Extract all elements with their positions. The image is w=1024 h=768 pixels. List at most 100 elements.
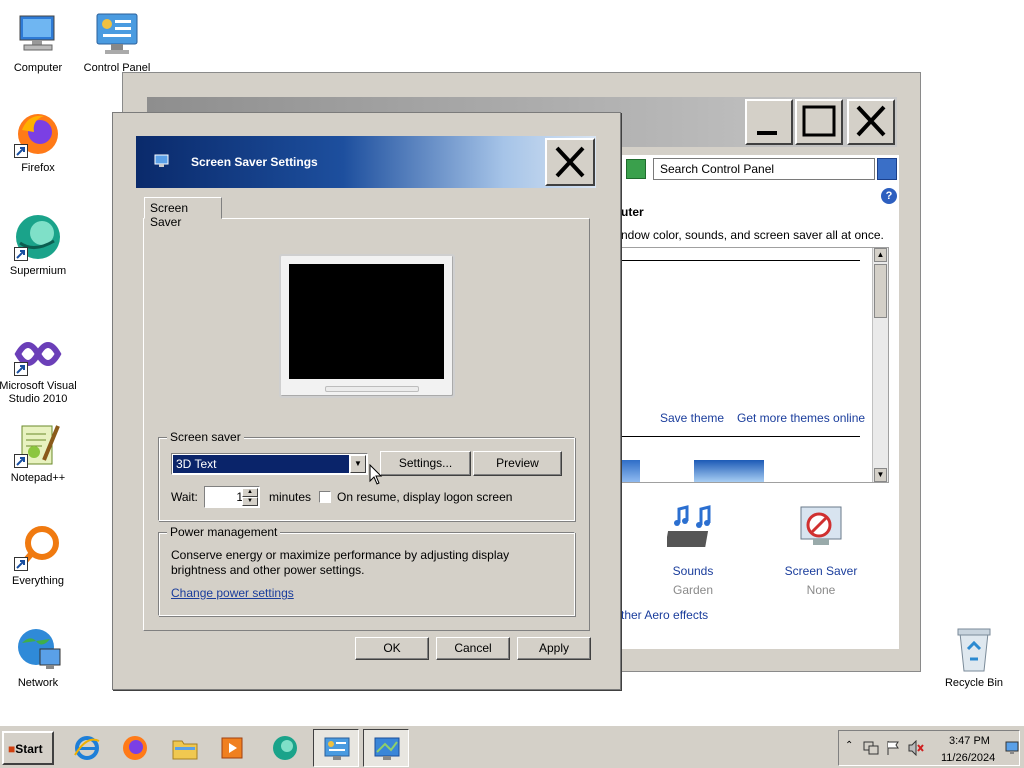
desktop-icon-visual-studio[interactable]: Microsoft Visual Studio 2010 [0, 328, 78, 406]
apply-button[interactable]: Apply [517, 637, 591, 660]
clock-date[interactable]: 11/26/2024 [941, 752, 995, 764]
refresh-icon[interactable] [626, 159, 646, 179]
minutes-label: minutes [269, 490, 312, 504]
scroll-down-icon[interactable]: ▼ [874, 468, 887, 482]
page-title: uter [621, 205, 644, 219]
display-icon [374, 737, 400, 760]
theme-thumbnail[interactable] [622, 460, 640, 482]
get-more-themes-link[interactable]: Get more themes online [737, 411, 865, 425]
desktop-icon-firefox[interactable]: Firefox [0, 110, 78, 175]
minimize-icon [757, 131, 777, 135]
firefox-icon [123, 736, 147, 760]
scrollbar[interactable]: ▲ ▼ [872, 248, 888, 482]
save-theme-link[interactable]: Save theme [660, 411, 724, 425]
change-power-settings-link[interactable]: Change power settings [171, 586, 294, 600]
maximize-icon [802, 105, 836, 137]
show-desktop-icon[interactable] [1005, 741, 1019, 755]
resume-logon-checkbox[interactable] [319, 491, 331, 503]
desktop-icon-network[interactable]: Network [0, 625, 78, 690]
media-player-icon [221, 737, 243, 759]
chevron-up-icon[interactable]: ⌃ [845, 740, 853, 751]
speaker-notes-icon [665, 505, 711, 547]
control-panel-icon [324, 737, 350, 760]
flag-icon[interactable] [885, 740, 901, 756]
shortcut-arrow-icon [14, 362, 28, 376]
taskbar-media-player[interactable] [210, 729, 256, 767]
start-button[interactable]: ■Start [2, 731, 54, 765]
wait-label: Wait: [171, 490, 198, 504]
wait-value[interactable]: 1 [207, 490, 243, 504]
taskbar-internet-explorer[interactable] [64, 729, 110, 767]
tab-screen-saver[interactable]: Screen Saver [144, 197, 222, 229]
desktop-icon-computer[interactable]: Computer [0, 10, 78, 75]
clock-time[interactable]: 3:47 PM [949, 735, 990, 747]
supermium-icon [273, 736, 297, 760]
chevron-down-icon[interactable]: ▼ [350, 455, 366, 473]
theme-list[interactable]: ▲ ▼ [621, 247, 889, 483]
desktop-icon-supermium[interactable]: Supermium [0, 213, 78, 278]
screen-saver-dropdown[interactable]: 3D Text ▼ [171, 453, 368, 475]
screen-saver-settings-dialog: Screen Saver Settings Screen Saver Scree… [112, 112, 621, 690]
screen-saver-icon [800, 506, 842, 545]
close-icon [555, 146, 585, 178]
minimize-button[interactable] [745, 99, 793, 145]
resume-logon-label[interactable]: On resume, display logon screen [337, 490, 512, 504]
sounds-item[interactable]: Sounds Garden [643, 503, 743, 597]
selected-value: 3D Text [173, 455, 349, 473]
desktop-icon-control-panel[interactable]: Control Panel [77, 10, 157, 75]
preview-button[interactable]: Preview [473, 451, 562, 476]
desktop-icon-everything[interactable]: Everything [0, 523, 78, 588]
notepadpp-icon [14, 420, 62, 468]
power-management-group: Power management Conserve energy or maxi… [158, 525, 575, 616]
taskbar: ■Start ⌃ 3:47 PM 11/26/2024 [0, 725, 1024, 768]
internet-explorer-icon [74, 736, 100, 760]
dialog-title: Screen Saver Settings [191, 155, 318, 169]
visual-studio-icon [14, 328, 62, 376]
settings-button[interactable]: Settings... [380, 451, 471, 476]
system-tray: ⌃ 3:47 PM 11/26/2024 [838, 730, 1020, 766]
network-icon[interactable] [863, 740, 879, 756]
supermium-icon [14, 213, 62, 261]
taskbar-supermium[interactable] [262, 729, 308, 767]
shortcut-arrow-icon [14, 247, 28, 261]
dialog-titlebar[interactable]: Screen Saver Settings [136, 136, 596, 188]
taskbar-control-panel[interactable] [313, 729, 359, 767]
preview-screen [289, 264, 444, 379]
search-icon[interactable] [877, 158, 897, 180]
aero-effects-link[interactable]: ther Aero effects [621, 608, 708, 622]
taskbar-firefox[interactable] [112, 729, 158, 767]
display-icon [154, 154, 169, 167]
monitor-base [325, 386, 419, 392]
divider [622, 260, 860, 261]
screen-saver-item[interactable]: Screen Saver None [771, 503, 871, 597]
wait-stepper[interactable]: 1 ▲ ▼ [204, 486, 260, 508]
volume-muted-icon[interactable] [907, 740, 925, 756]
shortcut-arrow-icon [14, 557, 28, 571]
desktop-icon-notepadpp[interactable]: Notepad++ [0, 420, 78, 485]
screen-saver-group: Screen saver 3D Text ▼ Settings... Previ… [158, 430, 575, 521]
scroll-up-icon[interactable]: ▲ [874, 248, 887, 262]
taskbar-file-explorer[interactable] [162, 729, 208, 767]
help-icon[interactable]: ? [881, 188, 897, 204]
spin-up-icon[interactable]: ▲ [242, 488, 258, 497]
everything-search-icon [14, 523, 62, 571]
firefox-icon [14, 110, 62, 158]
network-globe-icon [14, 625, 62, 673]
maximize-button[interactable] [795, 99, 843, 145]
theme-thumbnail[interactable] [694, 460, 764, 482]
scroll-thumb[interactable] [874, 264, 887, 318]
shortcut-arrow-icon [14, 144, 28, 158]
computer-icon [14, 10, 62, 58]
ok-button[interactable]: OK [355, 637, 429, 660]
power-description: Conserve energy or maximize performance … [171, 548, 510, 577]
close-button[interactable] [847, 99, 895, 145]
shortcut-arrow-icon [14, 454, 28, 468]
taskbar-screen-saver-settings[interactable] [363, 729, 409, 767]
page-description: ndow color, sounds, and screen saver all… [621, 228, 884, 242]
search-input[interactable]: Search Control Panel [653, 158, 875, 180]
mouse-cursor-icon [369, 464, 383, 485]
dialog-close-button[interactable] [545, 138, 595, 186]
spin-down-icon[interactable]: ▼ [242, 497, 258, 506]
cancel-button[interactable]: Cancel [436, 637, 510, 660]
desktop-icon-recycle-bin[interactable]: Recycle Bin [934, 625, 1014, 690]
